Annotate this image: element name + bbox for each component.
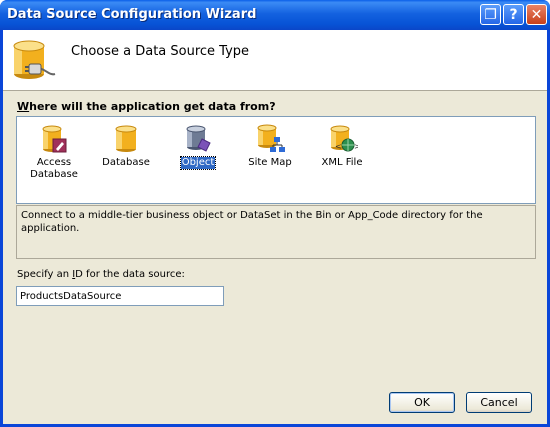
- type-label-selected: Object: [179, 156, 217, 170]
- window-title: Data Source Configuration Wizard: [7, 7, 257, 22]
- type-database[interactable]: Database: [95, 123, 157, 169]
- question-text: here will the application get data from?: [29, 100, 276, 113]
- access-database-icon: [42, 125, 67, 153]
- question-mnemonic: W: [17, 100, 30, 113]
- site-map-icon: [257, 124, 285, 152]
- object-icon: [186, 125, 211, 152]
- svg-text:<: <: [335, 142, 342, 151]
- wizard-window: Data Source Configuration Wizard ❐ ? ✕ C…: [0, 0, 550, 427]
- restore-button[interactable]: ❐: [480, 4, 501, 25]
- type-xml-file[interactable]: < > XML File: [311, 123, 373, 169]
- dialog-client: Choose a Data Source Type Where will the…: [3, 30, 547, 424]
- type-site-map[interactable]: Site Map: [239, 123, 301, 169]
- type-description: Connect to a middle-tier business object…: [16, 205, 536, 259]
- database-icon: [115, 125, 137, 152]
- type-label: Access Database: [30, 157, 78, 180]
- id-field-label: Specify an ID for the data source:: [17, 269, 185, 280]
- cancel-button[interactable]: Cancel: [466, 392, 532, 413]
- type-label: XML File: [321, 157, 363, 168]
- database-plug-icon: [13, 40, 56, 79]
- data-source-type-list[interactable]: Access Database Database Object Site Map…: [16, 116, 536, 204]
- wizard-header: Choose a Data Source Type: [3, 30, 547, 91]
- title-bar[interactable]: Data Source Configuration Wizard ❐ ? ✕: [0, 0, 550, 30]
- close-button[interactable]: ✕: [526, 4, 547, 25]
- page-title: Choose a Data Source Type: [71, 44, 250, 59]
- svg-text:>: >: [354, 142, 358, 151]
- type-label: Database: [102, 157, 150, 168]
- type-access-database[interactable]: Access Database: [23, 123, 85, 181]
- type-label: Site Map: [248, 157, 292, 168]
- type-object[interactable]: Object: [167, 123, 229, 170]
- data-source-question: Where will the application get data from…: [17, 100, 276, 113]
- data-source-id-input[interactable]: [16, 286, 224, 306]
- help-button[interactable]: ?: [503, 4, 524, 25]
- ok-button[interactable]: OK: [389, 392, 455, 413]
- xml-file-icon: < >: [330, 125, 358, 152]
